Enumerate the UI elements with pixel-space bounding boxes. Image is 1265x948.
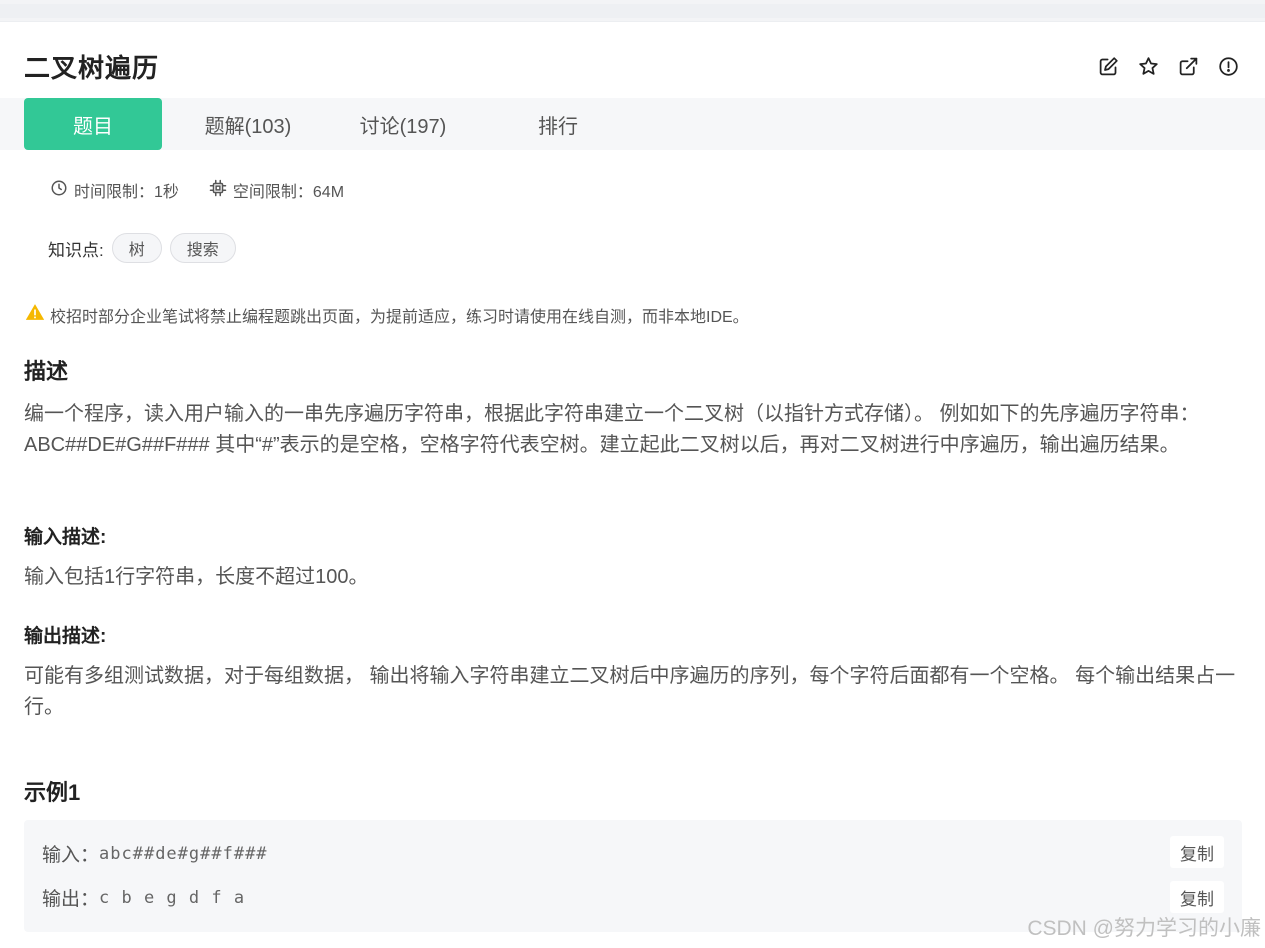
space-limit: 空间限制：64M bbox=[209, 178, 344, 202]
warning-text: 校招时部分企业笔试将禁止编程题跳出页面，为提前适应，练习时请使用在线自测，而非本… bbox=[50, 308, 749, 326]
example-output-value: c b e g d f a bbox=[99, 887, 246, 908]
tab-discussion[interactable]: 讨论(197) bbox=[334, 98, 472, 150]
external-link-icon[interactable] bbox=[1177, 55, 1199, 77]
title-actions bbox=[1097, 55, 1241, 77]
tag-tree[interactable]: 树 bbox=[111, 233, 162, 263]
example-input-row: 输入： abc##de#g##f### bbox=[42, 840, 268, 867]
output-description-text: 可能有多组测试数据，对于每组数据， 输出将输入字符串建立二叉树后中序遍历的序列，… bbox=[24, 665, 1236, 718]
input-description-text: 输入包括1行字符串，长度不超过100。 bbox=[24, 566, 369, 588]
tab-problem[interactable]: 题目 bbox=[24, 98, 162, 150]
watermark: CSDN @努力学习的小廉 bbox=[1027, 917, 1261, 940]
clock-icon bbox=[50, 179, 68, 202]
example-heading: 示例1 bbox=[24, 780, 81, 805]
copy-output-button[interactable]: 复制 bbox=[1170, 881, 1224, 913]
knowledge-label: 知识点: bbox=[48, 240, 104, 260]
input-description-heading: 输入描述: bbox=[24, 527, 107, 548]
top-strip bbox=[0, 0, 1265, 22]
warning-triangle-icon bbox=[25, 302, 45, 327]
description-text: 编一个程序，读入用户输入的一串先序遍历字符串，根据此字符串建立一个二叉树（以指针… bbox=[24, 403, 1200, 456]
chip-icon bbox=[209, 179, 227, 202]
tab-ranking[interactable]: 排行 bbox=[472, 98, 644, 150]
title-row: 二叉树遍历 bbox=[24, 46, 1241, 86]
time-limit: 时间限制：1秒 bbox=[50, 178, 179, 202]
edit-icon[interactable] bbox=[1097, 55, 1119, 77]
tab-solutions[interactable]: 题解(103) bbox=[162, 98, 334, 150]
alert-circle-icon[interactable] bbox=[1217, 55, 1239, 77]
output-description-heading: 输出描述: bbox=[24, 626, 107, 647]
page-title: 二叉树遍历 bbox=[24, 52, 160, 83]
example-input-label: 输入： bbox=[42, 845, 100, 866]
example-input-value: abc##de#g##f### bbox=[99, 843, 268, 864]
example-output-label: 输出： bbox=[42, 889, 100, 910]
limits: 时间限制：1秒 空间限制：64M bbox=[50, 178, 344, 202]
star-icon[interactable] bbox=[1137, 55, 1159, 77]
tabs-background bbox=[0, 98, 24, 150]
warning-notice: 校招时部分企业笔试将禁止编程题跳出页面，为提前适应，练习时请使用在线自测，而非本… bbox=[25, 302, 749, 327]
description-heading: 描述 bbox=[24, 359, 69, 384]
space-limit-text: 空间限制：64M bbox=[232, 184, 345, 201]
knowledge-points: 知识点: 树 搜索 bbox=[48, 233, 236, 263]
example-output-row: 输出： c b e g d f a bbox=[42, 884, 245, 911]
tab-bar: 题目 题解(103) 讨论(197) 排行 bbox=[24, 98, 1265, 150]
tag-search[interactable]: 搜索 bbox=[169, 233, 236, 263]
copy-input-button[interactable]: 复制 bbox=[1170, 836, 1224, 868]
time-limit-text: 时间限制：1秒 bbox=[74, 184, 179, 201]
